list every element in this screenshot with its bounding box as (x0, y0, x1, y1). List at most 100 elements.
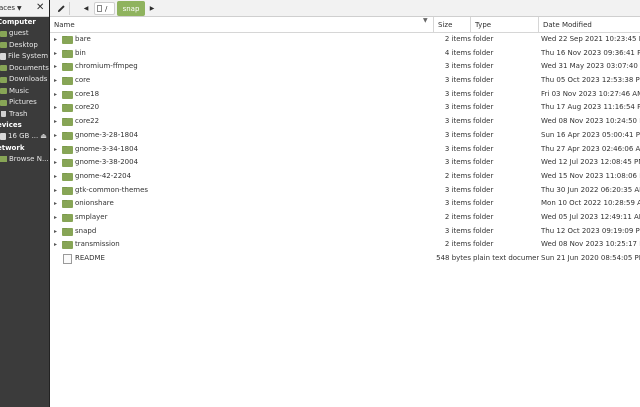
sort-descending-icon: ▼ (423, 17, 428, 24)
file-size: 3 items (444, 117, 471, 126)
sidebar-item-label: Trash (9, 109, 28, 118)
column-header-name[interactable]: Name (50, 17, 434, 33)
table-row[interactable]: ▸ smplayer 2 items folder Wed 05 Jul 2023 12… (50, 211, 640, 225)
table-row[interactable]: ▸ core 3 items folder Thu 05 Oct 2023 12:53:… (50, 74, 640, 88)
expand-arrow-icon[interactable]: ▸ (54, 88, 60, 102)
breadcrumb-back-button[interactable]: ◀ (81, 2, 91, 15)
breadcrumb-current[interactable]: snap (117, 1, 145, 16)
column-header-size[interactable]: Size (434, 17, 471, 33)
column-header-date-modified[interactable]: Date Modified (539, 17, 640, 33)
expand-arrow-icon[interactable]: ▸ (54, 115, 60, 129)
folder-icon (62, 145, 73, 154)
table-row[interactable]: ▸ bin 4 items folder Thu 16 Nov 2023 09:36:4… (50, 47, 640, 61)
table-row[interactable]: ▸ core20 3 items folder Thu 17 Aug 2023 11:1… (50, 101, 640, 115)
file-rows: ▸ bare 2 items folder Wed 22 Sep 2021 10:23:… (50, 33, 640, 266)
sidebar-item-label: Browse N... (9, 154, 49, 163)
file-size: 2 items (444, 171, 471, 180)
close-icon[interactable]: ✕ (36, 2, 44, 13)
sidebar-section-network: etwork (0, 143, 25, 152)
expand-arrow-icon[interactable]: ▸ (54, 129, 60, 143)
sidebar-item-guest[interactable]: guest (0, 28, 50, 40)
file-name: core22 (75, 117, 100, 126)
file-date-modified: Thu 17 Aug 2023 11:16:54 PM (541, 103, 640, 112)
sidebar-item-label: Music (9, 86, 29, 95)
table-row[interactable]: ▸ gnome-42-2204 2 items folder Wed 15 Nov 20… (50, 170, 640, 184)
folder-icon (0, 65, 7, 72)
expand-arrow-icon[interactable]: ▸ (54, 184, 60, 198)
file-size: 2 items (444, 240, 471, 249)
folder-icon (62, 131, 73, 140)
sidebar-item-label: Desktop (9, 40, 38, 49)
file-type: folder (473, 89, 494, 98)
file-name: gnome-3-38-2004 (75, 158, 139, 167)
expand-arrow-icon[interactable]: ▸ (54, 156, 60, 170)
expand-arrow-icon[interactable]: ▸ (54, 74, 60, 88)
table-row[interactable]: README 548 bytes plain text document Sun 21… (50, 252, 640, 266)
expand-arrow-icon[interactable]: ▸ (54, 143, 60, 157)
table-row[interactable]: ▸ bare 2 items folder Wed 22 Sep 2021 10:23:… (50, 33, 640, 47)
edit-location-button[interactable] (54, 2, 70, 15)
sidebar-item-downloads[interactable]: Downloads (0, 74, 50, 86)
table-row[interactable]: ▸ transmission 2 items folder Wed 08 Nov 202… (50, 238, 640, 252)
expand-arrow-icon[interactable]: ▸ (54, 33, 60, 47)
table-row[interactable]: ▸ core22 3 items folder Wed 08 Nov 2023 10:2… (50, 115, 640, 129)
sidebar-item-file-system[interactable]: File System (0, 51, 50, 63)
table-row[interactable]: ▸ gtk-common-themes 3 items folder Thu 30 Ju… (50, 184, 640, 198)
sidebar-item-trash[interactable]: Trash (0, 109, 50, 121)
expand-arrow-icon[interactable]: ▸ (54, 211, 60, 225)
table-row[interactable]: ▸ gnome-3-28-1804 3 items folder Sun 16 Apr … (50, 129, 640, 143)
sidebar-item-pictures[interactable]: Pictures (0, 97, 50, 109)
file-date-modified: Fri 03 Nov 2023 10:27:46 AM (541, 89, 640, 98)
breadcrumb-root[interactable]: / (94, 2, 115, 15)
table-row[interactable]: ▸ onionshare 3 items folder Mon 10 Oct 2022 … (50, 197, 640, 211)
file-size: 3 items (444, 76, 471, 85)
table-row[interactable]: ▸ gnome-3-38-2004 3 items folder Wed 12 Jul … (50, 156, 640, 170)
file-size: 3 items (444, 144, 471, 153)
table-row[interactable]: ▸ core18 3 items folder Fri 03 Nov 2023 10:2… (50, 88, 640, 102)
file-date-modified: Wed 22 Sep 2021 10:23:45 PM (541, 35, 640, 43)
sidebar-item-desktop[interactable]: Desktop (0, 40, 50, 52)
table-row[interactable]: ▸ gnome-3-34-1804 3 items folder Thu 27 Apr … (50, 143, 640, 157)
drive-icon (97, 5, 102, 12)
sidebar-item-label: File System (8, 52, 49, 60)
file-size: 4 items (444, 48, 471, 57)
expand-arrow-icon[interactable]: ▸ (54, 197, 60, 211)
folder-icon (62, 63, 73, 72)
file-date-modified: Wed 08 Nov 2023 10:24:50 PM (541, 117, 640, 126)
sidebar-item-documents[interactable]: Documents (0, 63, 50, 75)
folder-icon (62, 159, 73, 168)
breadcrumb-forward-button[interactable]: ▶ (147, 2, 157, 15)
sidebar-item-browse-n[interactable]: Browse N... (0, 154, 50, 166)
table-row[interactable]: ▸ snapd 3 items folder Thu 12 Oct 2023 09:19… (50, 225, 640, 239)
file-size: 3 items (444, 103, 471, 112)
expand-arrow-icon[interactable]: ▸ (54, 101, 60, 115)
sidebar-computer-list: guest Desktop File System Documents Download… (0, 28, 50, 120)
column-header-type[interactable]: Type (471, 17, 539, 33)
file-size: 3 items (444, 130, 471, 139)
file-date-modified: Thu 16 Nov 2023 09:36:41 PM (541, 48, 640, 57)
sidebar-item-label: Documents (9, 63, 49, 72)
places-dropdown[interactable]: laces ▼ (0, 4, 22, 12)
file-name: smplayer (75, 212, 108, 221)
sidebar-header: laces ▼ ✕ (0, 0, 50, 17)
eject-icon[interactable]: ⏏ (40, 131, 47, 143)
expand-arrow-icon[interactable]: ▸ (54, 170, 60, 184)
expand-arrow-icon[interactable]: ▸ (54, 47, 60, 61)
expand-arrow-icon[interactable]: ▸ (54, 225, 60, 239)
sidebar-item-16-gb[interactable]: 16 GB ... ⏏ (0, 131, 50, 143)
expand-arrow-icon[interactable]: ▸ (54, 238, 60, 252)
chevron-down-icon: ▼ (17, 4, 22, 12)
trash-icon (1, 111, 6, 118)
file-type: folder (473, 117, 494, 126)
sidebar-device-list: 16 GB ... ⏏ (0, 131, 50, 143)
table-row[interactable]: ▸ chromium-ffmpeg 3 items folder Wed 31 May … (50, 60, 640, 74)
drive-icon (0, 133, 6, 141)
folder-icon (0, 88, 7, 95)
sidebar-item-label: Pictures (9, 98, 37, 106)
file-type: folder (473, 158, 494, 167)
folder-icon (62, 49, 73, 58)
folder-icon (62, 227, 73, 236)
folder-icon (62, 90, 73, 99)
expand-arrow-icon[interactable]: ▸ (54, 60, 60, 74)
sidebar-item-music[interactable]: Music (0, 86, 50, 98)
